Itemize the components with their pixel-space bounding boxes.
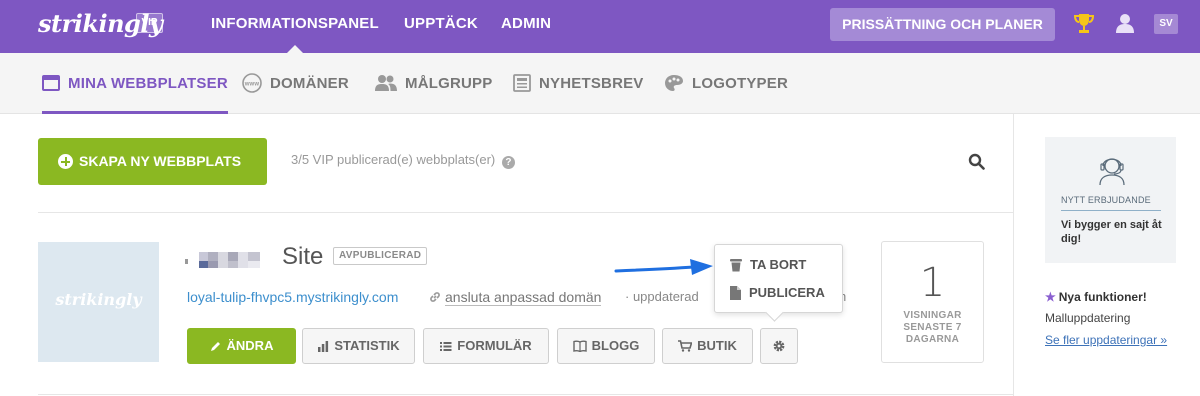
updated-text: · uppdaterad: [625, 289, 699, 304]
nav-dashboard[interactable]: INFORMATIONSPANEL: [211, 0, 379, 53]
palette-icon: [665, 74, 683, 91]
forms-button-label: FORMULÄR: [457, 338, 532, 353]
language-selector[interactable]: SV: [1154, 14, 1178, 34]
vip-published-count: 3/5 VIP publicerad(e) webbplats(er) ?: [291, 152, 515, 169]
statistics-button[interactable]: STATISTIK: [302, 328, 415, 364]
gear-icon: [773, 340, 785, 351]
create-new-site-button[interactable]: SKAPA NY WEBBPLATS: [38, 138, 267, 185]
more-updates-link[interactable]: Se fler uppdateringar »: [1045, 331, 1185, 350]
status-badge: AVPUBLICERAD: [333, 247, 428, 265]
store-button-label: BUTIK: [697, 338, 737, 353]
bar-chart-icon: [318, 340, 329, 352]
www-icon: www: [242, 72, 262, 93]
search-icon[interactable]: [968, 153, 985, 170]
publish-label: PUBLICERA: [749, 285, 825, 300]
tab-my-websites[interactable]: MINA WEBBPLATSER: [42, 53, 228, 114]
nav-discover[interactable]: UPPTÄCK: [404, 0, 478, 53]
pricing-plans-button[interactable]: PRISSÄTTNING OCH PLANER: [830, 8, 1055, 41]
news-item: Malluppdatering: [1045, 311, 1131, 325]
tab-newsletter[interactable]: NYHETSBREV: [513, 53, 644, 113]
help-icon[interactable]: ?: [501, 156, 515, 169]
create-button-label: SKAPA NY WEBBPLATS: [79, 153, 242, 169]
list-icon: [440, 341, 452, 351]
top-navigation-bar: strikingly VIP INFORMATIONSPANEL UPPTÄCK…: [0, 0, 1200, 53]
offer-label: NYTT ERBJUDANDE: [1061, 195, 1151, 205]
statistics-button-label: STATISTIK: [334, 338, 400, 353]
menu-item-publish[interactable]: PUBLICERA: [730, 285, 825, 300]
nav-admin[interactable]: ADMIN: [501, 0, 551, 53]
settings-dropdown-menu: TA BORT PUBLICERA: [714, 244, 843, 313]
tab-audience[interactable]: MÅLGRUPP: [375, 53, 492, 113]
plus-circle-icon: [58, 154, 73, 169]
tab-label: NYHETSBREV: [539, 75, 644, 92]
forms-button[interactable]: FORMULÄR: [423, 328, 549, 364]
divider: [38, 394, 1013, 395]
section-tabs: MINA WEBBPLATSER www DOMÄNER MÅLGRUPP NY…: [0, 53, 1200, 114]
link-icon: [430, 292, 440, 302]
edit-button[interactable]: ÄNDRA: [187, 328, 296, 364]
svg-text:www: www: [244, 81, 260, 87]
vip-badge: VIP: [136, 13, 163, 33]
menu-item-delete[interactable]: TA BORT: [730, 257, 806, 272]
blog-button-label: BLOGG: [591, 338, 640, 353]
connect-domain-label: ansluta anpassad domän: [445, 289, 602, 306]
star-icon: ★: [1045, 290, 1056, 304]
support-agent-icon: [1099, 158, 1125, 186]
trophy-icon[interactable]: [1074, 12, 1094, 34]
offer-text: Vi bygger en sajt åt dig!: [1061, 219, 1162, 245]
user-icon[interactable]: [1115, 12, 1135, 34]
shopping-cart-icon: [678, 339, 693, 352]
tab-label: LOGOTYPER: [692, 75, 788, 92]
site-thumbnail[interactable]: strikingly: [38, 242, 159, 362]
store-button[interactable]: BUTIK: [662, 328, 753, 364]
settings-button[interactable]: [760, 328, 798, 364]
annotation-arrow: [614, 259, 713, 275]
trash-icon: [730, 258, 742, 272]
open-book-icon: [572, 340, 587, 352]
sidebar-divider: [1013, 114, 1014, 396]
delete-label: TA BORT: [750, 257, 807, 272]
site-name: Site: [282, 243, 324, 270]
newsletter-icon: [513, 73, 531, 92]
divider: [38, 212, 1013, 213]
users-icon: [375, 74, 397, 91]
tab-label: DOMÄNER: [270, 75, 349, 92]
news-title-text: Nya funktioner!: [1058, 290, 1147, 304]
blog-button[interactable]: BLOGG: [557, 328, 655, 364]
pencil-icon: [210, 341, 220, 351]
thumbnail-logo: strikingly: [55, 290, 142, 309]
views-count: 1: [919, 260, 946, 306]
browser-window-icon: [42, 74, 60, 91]
vip-count-text: 3/5 VIP publicerad(e) webbplats(er): [291, 152, 496, 167]
connect-custom-domain-link[interactable]: ansluta anpassad domän: [429, 289, 602, 306]
views-label: VISNINGAR SENASTE 7 DAGARNA: [903, 310, 962, 345]
blurred-site-name: [185, 247, 275, 268]
views-counter: 1 VISNINGAR SENASTE 7 DAGARNA: [881, 241, 984, 363]
new-offer-card[interactable]: NYTT ERBJUDANDE Vi bygger en sajt åt dig…: [1045, 137, 1176, 263]
new-features-heading: ★ Nya funktioner!: [1045, 290, 1147, 304]
tab-label: MÅLGRUPP: [405, 75, 493, 92]
site-url-link[interactable]: loyal-tulip-fhvpc5.mystrikingly.com: [187, 289, 398, 305]
edit-button-label: ÄNDRA: [226, 338, 274, 353]
tab-logos[interactable]: LOGOTYPER: [664, 53, 788, 113]
offer-divider: [1061, 210, 1161, 211]
tab-domains[interactable]: www DOMÄNER: [242, 53, 349, 113]
tab-label: MINA WEBBPLATSER: [68, 75, 228, 92]
document-icon: [730, 285, 741, 300]
